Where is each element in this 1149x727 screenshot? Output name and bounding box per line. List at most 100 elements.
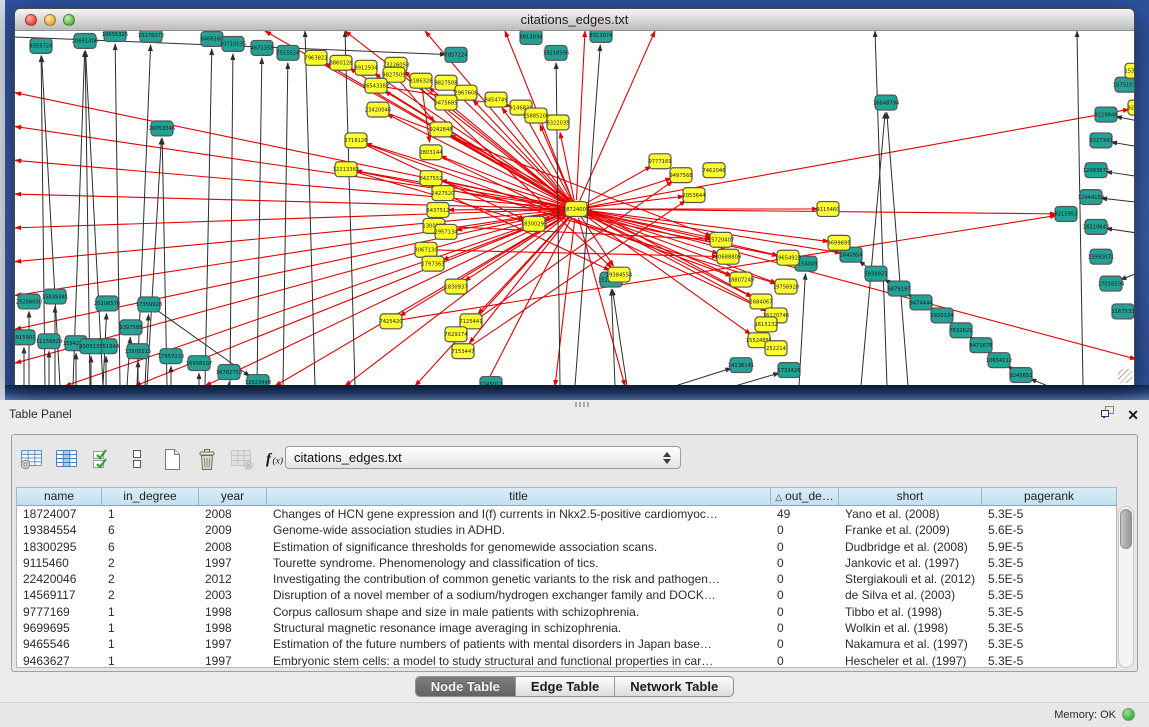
graph-node[interactable]: 9245652 bbox=[1009, 368, 1032, 383]
graph-node[interactable]: 5938923 bbox=[864, 266, 887, 281]
graph-edge[interactable] bbox=[283, 63, 288, 385]
table-cell[interactable]: 5.3E-5 bbox=[982, 506, 1116, 522]
graph-edge[interactable] bbox=[576, 31, 585, 200]
graph-node[interactable]: 19218506 bbox=[543, 45, 569, 60]
table-cell[interactable]: 2 bbox=[102, 587, 199, 603]
scrollbar-thumb[interactable] bbox=[1120, 509, 1132, 549]
graph-node[interactable]: 7963822 bbox=[304, 50, 327, 65]
table-row[interactable]: 1830029562008Estimation of significance … bbox=[17, 539, 1116, 555]
graph-node[interactable]: 12923448 bbox=[245, 375, 271, 385]
table-cell[interactable]: Stergiakouli et al. (2012) bbox=[839, 571, 982, 587]
graph-node[interactable]: 16648794 bbox=[873, 95, 899, 110]
graph-edge[interactable] bbox=[1077, 31, 1083, 385]
column-header-title[interactable]: title bbox=[267, 488, 771, 505]
row-height-icon[interactable] bbox=[123, 446, 150, 473]
table-cell[interactable]: 2009 bbox=[199, 522, 267, 538]
graph-edge[interactable] bbox=[230, 54, 233, 385]
table-cell[interactable]: Yano et al. (2008) bbox=[839, 506, 982, 522]
graph-node[interactable]: 8215953 bbox=[1054, 207, 1077, 222]
graph-node[interactable]: 23420046 bbox=[365, 102, 391, 117]
graph-node[interactable]: 1532503 bbox=[1124, 63, 1134, 78]
graph-node[interactable]: 7425420 bbox=[379, 314, 402, 329]
graph-node[interactable]: 25206050 bbox=[16, 294, 42, 309]
table-cell[interactable]: Tourette syndrome. Phenomenology and cla… bbox=[267, 555, 771, 571]
memory-status-indicator[interactable] bbox=[1122, 708, 1135, 721]
table-vertical-scrollbar[interactable] bbox=[1118, 506, 1134, 668]
table-cell[interactable]: 0 bbox=[771, 571, 839, 587]
graph-node[interactable]: 9699695 bbox=[827, 235, 850, 250]
table-cell[interactable]: 18724007 bbox=[17, 506, 102, 522]
graph-node[interactable]: 4671358 bbox=[250, 40, 273, 55]
window-resize-grip[interactable] bbox=[1118, 369, 1132, 383]
graph-node[interactable]: 9237750 bbox=[1127, 100, 1134, 115]
graph-edge[interactable] bbox=[449, 134, 752, 297]
graph-node[interactable]: 1615132 bbox=[754, 317, 777, 332]
graph-edge[interactable] bbox=[887, 113, 908, 385]
table-cell[interactable]: 0 bbox=[771, 539, 839, 555]
table-cell[interactable]: 5.3E-5 bbox=[982, 620, 1116, 636]
graph-node[interactable]: 12444159 bbox=[1078, 190, 1104, 205]
graph-edge[interactable] bbox=[1116, 116, 1134, 120]
table-cell[interactable]: 1997 bbox=[199, 636, 267, 652]
graph-edge[interactable] bbox=[86, 51, 103, 385]
graph-node[interactable]: 15276072 bbox=[138, 31, 164, 42]
column-header-pagerank[interactable]: pagerank bbox=[982, 488, 1116, 505]
graph-node[interactable]: 2427520 bbox=[431, 186, 454, 201]
tab-edge-table[interactable]: Edge Table bbox=[516, 677, 615, 696]
table-cell[interactable]: Hescheler et al. (1997) bbox=[839, 653, 982, 668]
table-cell[interactable]: 6 bbox=[102, 539, 199, 555]
graph-node[interactable]: 6879197 bbox=[887, 281, 910, 296]
table-row[interactable]: 1872400712008Changes of HCN gene express… bbox=[17, 506, 1116, 522]
graph-edge[interactable] bbox=[275, 214, 568, 385]
tab-network-table[interactable]: Network Table bbox=[615, 677, 733, 696]
table-cell[interactable]: 0 bbox=[771, 653, 839, 668]
table-cell[interactable]: 1998 bbox=[199, 604, 267, 620]
graph-node[interactable]: 20206576 bbox=[94, 296, 120, 311]
float-panel-icon[interactable] bbox=[1100, 405, 1115, 424]
network-canvas[interactable]: 9355724206914061005532515276072646616010… bbox=[15, 31, 1134, 385]
graph-edge[interactable] bbox=[1030, 379, 1048, 385]
graph-node[interactable]: 19654923 bbox=[775, 250, 801, 265]
graph-node[interactable]: 15751074 bbox=[1113, 77, 1134, 92]
graph-node[interactable]: 10654112 bbox=[986, 353, 1012, 368]
delete-table-icon[interactable] bbox=[193, 446, 220, 473]
table-cell[interactable]: 0 bbox=[771, 636, 839, 652]
graph-node[interactable]: 9475685 bbox=[434, 95, 457, 110]
table-cell[interactable]: 1998 bbox=[199, 620, 267, 636]
table-cell[interactable]: 9115460 bbox=[17, 555, 102, 571]
graph-edge[interactable] bbox=[205, 49, 212, 385]
graph-node[interactable]: 18300295 bbox=[521, 216, 547, 231]
graph-node[interactable]: 7629174 bbox=[444, 327, 467, 342]
graph-node[interactable]: 1733426 bbox=[777, 363, 800, 378]
graph-node[interactable]: 9355724 bbox=[29, 38, 52, 53]
graph-node[interactable]: 9827508 bbox=[434, 75, 457, 90]
graph-node[interactable]: 8313074 bbox=[589, 31, 612, 42]
graph-node[interactable]: 9474444 bbox=[909, 295, 932, 310]
table-cell[interactable]: 0 bbox=[771, 587, 839, 603]
graph-node[interactable]: 18724007 bbox=[563, 202, 589, 217]
column-header-in_degree[interactable]: in_degree bbox=[102, 488, 199, 505]
graph-node[interactable]: 16210643 bbox=[1083, 219, 1109, 234]
table-cell[interactable]: 6 bbox=[102, 522, 199, 538]
graph-edge[interactable] bbox=[85, 51, 90, 385]
table-cell[interactable]: 1 bbox=[102, 506, 199, 522]
table-cell[interactable]: 1 bbox=[102, 636, 199, 652]
table-cell[interactable]: 9699695 bbox=[17, 620, 102, 636]
table-row[interactable]: 1456911722003Disruption of a novel membe… bbox=[17, 587, 1116, 603]
table-cell[interactable]: 5.3E-5 bbox=[982, 555, 1116, 571]
graph-node[interactable]: 9129946 bbox=[1094, 107, 1117, 122]
table-cell[interactable]: Nakamura et al. (1997) bbox=[839, 636, 982, 652]
table-cell[interactable]: 49 bbox=[771, 506, 839, 522]
graph-edge[interactable] bbox=[675, 368, 731, 385]
table-cell[interactable]: Disruption of a novel member of a sodium… bbox=[267, 587, 771, 603]
graph-node[interactable]: 15885200 bbox=[523, 108, 549, 123]
graph-node[interactable]: 8454749 bbox=[484, 92, 507, 107]
graph-node[interactable]: 15720407 bbox=[708, 232, 734, 247]
graph-node[interactable]: 13505115 bbox=[125, 344, 151, 359]
graph-node[interactable]: 10688809 bbox=[715, 249, 741, 264]
graph-edge[interactable] bbox=[73, 51, 85, 385]
graph-node[interactable]: 8186328 bbox=[409, 73, 432, 88]
graph-edge[interactable] bbox=[1106, 228, 1134, 232]
graph-node[interactable]: 17359928 bbox=[136, 297, 162, 312]
window-titlebar[interactable]: citations_edges.txt bbox=[15, 9, 1134, 31]
